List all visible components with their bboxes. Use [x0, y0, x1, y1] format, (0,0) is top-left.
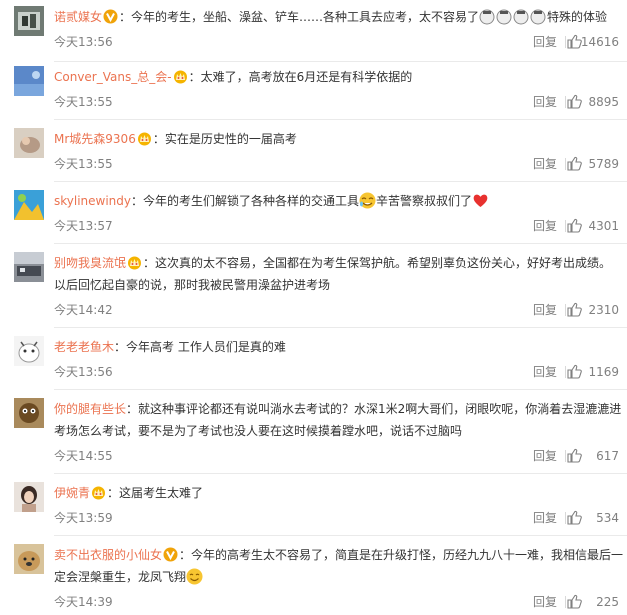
username-link[interactable]: 老老老鱼木 [54, 340, 114, 354]
avatar[interactable] [14, 190, 44, 220]
crown-icon [137, 132, 151, 146]
like-button[interactable]: 534 [567, 510, 619, 526]
comment-text: 太难了，高考放在6月还是有科学依据的 [200, 70, 413, 84]
comment-text: 今年高考 工作人员们是真的难 [126, 340, 286, 354]
divider [54, 243, 627, 244]
divider [54, 181, 627, 182]
username-link[interactable]: skylinewindy [54, 194, 131, 208]
comment-text: 今年的考生们解锁了各种各样的交通工具 [143, 194, 360, 208]
divider [54, 473, 627, 474]
comment-text: 今年的考生，坐船、澡盆、铲车……各种工具去应考，太不容易了 [131, 10, 480, 24]
like-count: 4301 [588, 219, 619, 233]
thumbs-up-icon [567, 448, 582, 463]
reply-button[interactable]: 回复 [533, 218, 557, 234]
divider [565, 304, 566, 316]
divider [54, 535, 627, 536]
reply-button[interactable]: 回复 [533, 594, 557, 610]
like-button[interactable]: 8895 [567, 94, 619, 110]
timestamp: 今天13:59 [54, 511, 113, 525]
avatar[interactable] [14, 336, 44, 366]
thumbs-up-icon [567, 94, 582, 109]
like-count: 534 [596, 511, 619, 525]
username-link[interactable]: 卖不出衣服的小仙女 [54, 548, 162, 562]
username-link[interactable]: Mr城先森9306 [54, 132, 136, 146]
thumbs-up-icon [567, 594, 582, 609]
comment-text-tail: 辛苦警察叔叔们了 [376, 194, 473, 208]
divider [54, 389, 627, 390]
like-button[interactable]: 4301 [567, 218, 619, 234]
crown-icon [173, 70, 187, 84]
avatar[interactable] [14, 544, 44, 574]
comment-text: 就这种事评论都还有说叫淌水去考试的？水深1米2啊大哥们，闭眼吹呢，你淌着去湿漉漉… [54, 402, 622, 438]
comment-text: 实在是历史性的一届高考 [164, 132, 297, 146]
reply-button[interactable]: 回复 [533, 156, 557, 172]
reply-button[interactable]: 回复 [533, 94, 557, 110]
like-button[interactable]: 2310 [567, 302, 619, 318]
crown-icon [128, 256, 142, 270]
heart-icon [473, 194, 488, 207]
timestamp: 今天13:56 [54, 35, 113, 49]
divider [565, 596, 566, 608]
emoji-icon [359, 192, 376, 209]
reply-button[interactable]: 回复 [533, 302, 557, 318]
divider [565, 158, 566, 170]
like-count: 8895 [588, 95, 619, 109]
divider [565, 512, 566, 524]
like-button[interactable]: 225 [567, 594, 619, 610]
reply-button[interactable]: 回复 [533, 364, 557, 380]
like-count: 14616 [580, 35, 619, 49]
verified-v-icon [103, 9, 118, 24]
timestamp: 今天13:55 [54, 95, 113, 109]
like-count: 5789 [588, 157, 619, 171]
thumbs-up-icon [567, 34, 582, 49]
username-link[interactable]: Conver_Vans_总_会- [54, 70, 172, 84]
divider [565, 450, 566, 462]
thumbs-up-icon [567, 364, 582, 379]
avatar[interactable] [14, 6, 44, 36]
smile-emoji-icon [186, 568, 203, 585]
crown-icon [92, 486, 106, 500]
like-button[interactable]: 1169 [567, 364, 619, 380]
reply-button[interactable]: 回复 [533, 510, 557, 526]
divider [54, 327, 627, 328]
like-button[interactable]: 5789 [567, 156, 619, 172]
thumbs-up-icon [567, 218, 582, 233]
divider [565, 366, 566, 378]
username-link[interactable]: 诺贰媒女 [54, 10, 102, 24]
thumbs-up-icon [567, 156, 582, 171]
comment-text-tail: 特殊的体验 [547, 10, 608, 24]
reply-button[interactable]: 回复 [533, 448, 557, 464]
like-count: 1169 [588, 365, 619, 379]
username-link[interactable]: 你的腿有些长 [54, 402, 126, 416]
like-count: 617 [596, 449, 619, 463]
timestamp: 今天13:55 [54, 157, 113, 171]
timestamp: 今天14:55 [54, 449, 113, 463]
divider [54, 119, 627, 120]
avatar[interactable] [14, 252, 44, 282]
timestamp: 今天14:42 [54, 303, 113, 317]
like-button[interactable]: 617 [567, 448, 619, 464]
divider [565, 36, 566, 48]
thumbs-up-icon [567, 302, 582, 317]
divider [565, 96, 566, 108]
timestamp: 今天13:57 [54, 219, 113, 233]
username-link[interactable]: 别吻我臭流氓 [54, 256, 126, 270]
avatar[interactable] [14, 482, 44, 512]
timestamp: 今天14:39 [54, 595, 113, 609]
like-count: 225 [596, 595, 619, 609]
avatar[interactable] [14, 128, 44, 158]
divider [565, 220, 566, 232]
timestamp: 今天13:56 [54, 365, 113, 379]
divider [54, 61, 627, 62]
emoji-icon [479, 9, 546, 25]
avatar[interactable] [14, 66, 44, 96]
avatar[interactable] [14, 398, 44, 428]
comment-text: 这届考生太难了 [119, 486, 204, 500]
username-link[interactable]: 伊婉青 [54, 486, 90, 500]
like-button[interactable]: 14616 [567, 34, 619, 50]
verified-v-icon [163, 547, 178, 562]
thumbs-up-icon [567, 510, 582, 525]
like-count: 2310 [588, 303, 619, 317]
reply-button[interactable]: 回复 [533, 34, 557, 50]
